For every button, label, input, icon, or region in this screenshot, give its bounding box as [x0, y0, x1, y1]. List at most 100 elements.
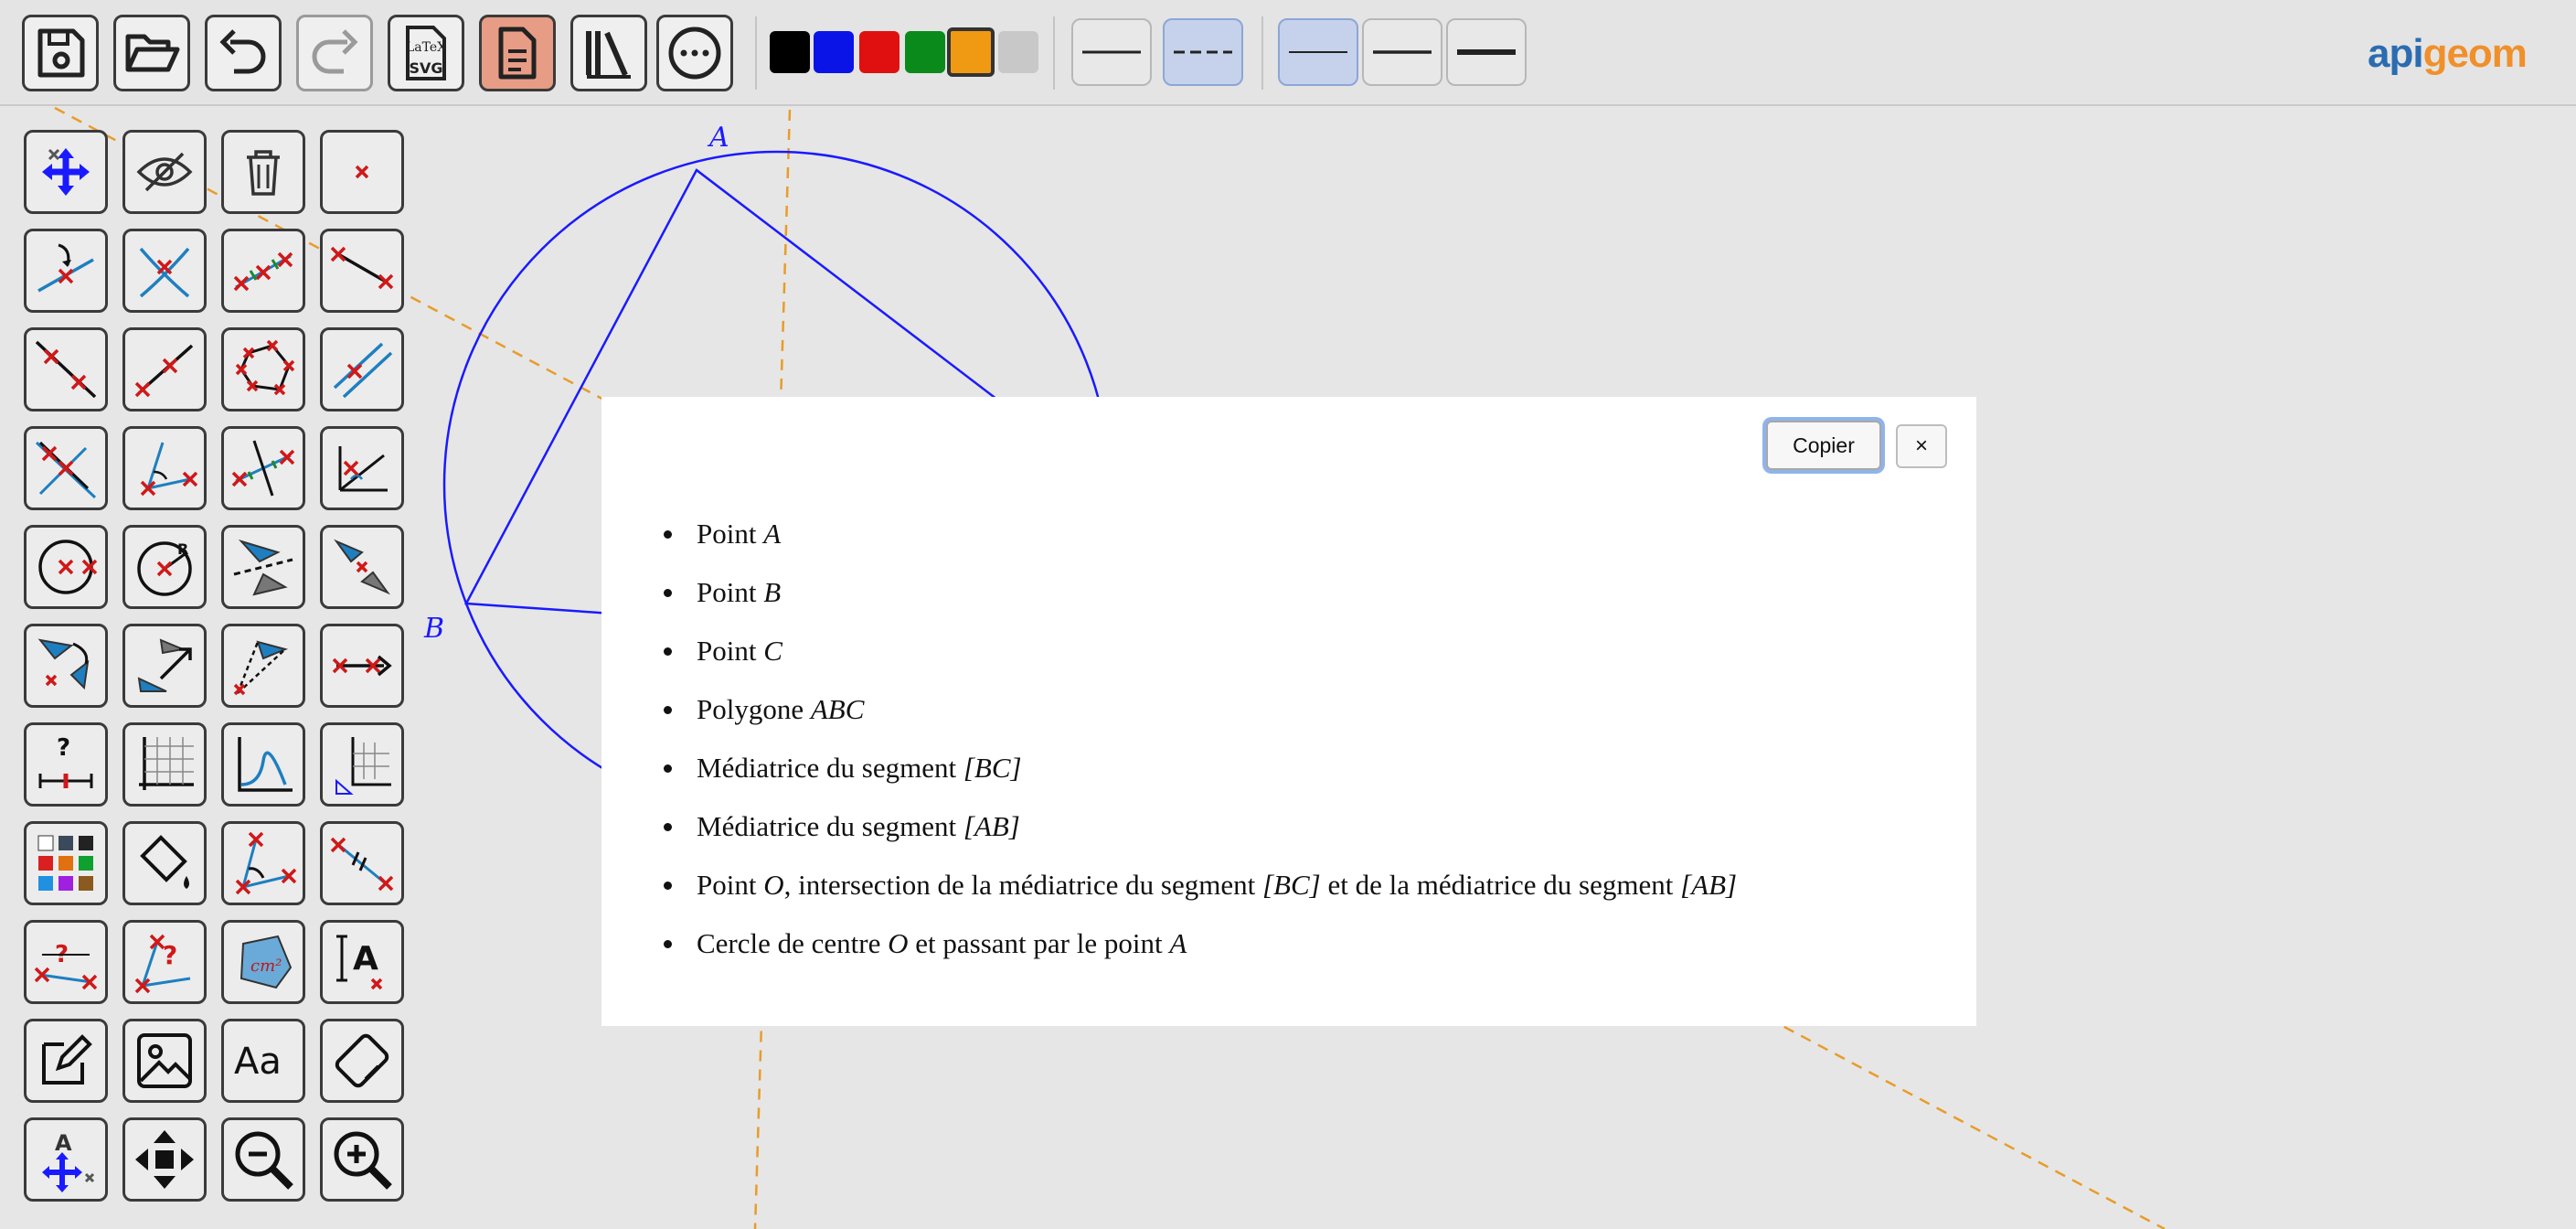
svg-text:R: R: [177, 540, 188, 558]
more-icon: [668, 27, 721, 80]
fill-tool-button[interactable]: [122, 821, 207, 905]
redo-button[interactable]: [296, 15, 373, 91]
circle-radius-icon: R: [137, 540, 192, 596]
pan-tool-button[interactable]: [122, 1117, 207, 1202]
perpendicular-bisector-tool-button[interactable]: [221, 426, 305, 510]
undo-button[interactable]: [205, 15, 282, 91]
display-length-tool-button[interactable]: ?: [24, 920, 108, 1004]
half-line-tool-button[interactable]: [122, 327, 207, 411]
polygon-icon: [235, 339, 295, 396]
svg-text:A: A: [353, 940, 378, 978]
function-graph-tool-button[interactable]: [221, 722, 305, 807]
move-label-icon: A: [42, 1130, 95, 1192]
polygon-tool-button[interactable]: [221, 327, 305, 411]
move-label-tool-button[interactable]: A: [24, 1117, 108, 1202]
close-tool-button[interactable]: [320, 130, 404, 214]
step-text: et de la médiatrice du segment: [1320, 869, 1681, 901]
step-math: [BC]: [963, 752, 1022, 784]
eraser-icon: [335, 1033, 389, 1088]
color-palette-tool-button[interactable]: [24, 821, 108, 905]
export-button[interactable]: LaTeX SVG: [388, 15, 464, 91]
line-style-solid-button[interactable]: [1071, 18, 1152, 86]
point-a-label[interactable]: A: [707, 122, 729, 154]
angle-mark-tool-button[interactable]: [221, 821, 305, 905]
move-point-tool-button[interactable]: [24, 130, 108, 214]
zoom-out-tool-button[interactable]: [221, 1117, 305, 1202]
save-icon: [37, 28, 85, 78]
axes-icon: [335, 737, 391, 795]
color-swatch[interactable]: [905, 31, 945, 73]
parallel-tool-button[interactable]: [320, 327, 404, 411]
save-button[interactable]: [22, 15, 99, 91]
delete-tool-button[interactable]: [221, 130, 305, 214]
zoom-in-icon: [334, 1131, 392, 1190]
open-button[interactable]: [113, 15, 190, 91]
reflection-line-tool-button[interactable]: [221, 525, 305, 609]
image-tool-button[interactable]: [122, 1019, 207, 1103]
homothety-tool-button[interactable]: [221, 624, 305, 708]
thin-line-icon: [1289, 51, 1347, 53]
color-swatch[interactable]: [770, 31, 810, 73]
reflection-point-tool-button[interactable]: [320, 525, 404, 609]
line-width-thick-button[interactable]: [1446, 18, 1527, 86]
font-tool-button[interactable]: Aa: [221, 1019, 305, 1103]
copy-button[interactable]: Copier: [1766, 421, 1881, 470]
more-button[interactable]: [656, 15, 733, 91]
angle-tool-button[interactable]: [122, 426, 207, 510]
intersection-tool-button[interactable]: [122, 229, 207, 313]
document-button[interactable]: [479, 15, 556, 91]
rotation-tool-button[interactable]: [24, 624, 108, 708]
translation-tool-button[interactable]: [122, 624, 207, 708]
color-swatch[interactable]: [859, 31, 899, 73]
point-on-line-icon: [37, 243, 94, 293]
line-tool-button[interactable]: [24, 327, 108, 411]
step-math: O: [888, 927, 909, 959]
circle-center-point-tool-button[interactable]: [24, 525, 108, 609]
equal-length-mark-icon: [330, 837, 394, 892]
reflection-point-icon: [334, 539, 390, 595]
eraser-tool-button[interactable]: [320, 1019, 404, 1103]
area-icon: cm²: [240, 935, 293, 989]
line-width-thin-button[interactable]: [1278, 18, 1358, 86]
color-swatch[interactable]: [998, 31, 1038, 73]
line-style-dashed-button[interactable]: [1163, 18, 1243, 86]
perpendicular-tool-button[interactable]: [24, 426, 108, 510]
text-label-tool-button[interactable]: A: [320, 920, 404, 1004]
open-folder-icon: [125, 34, 180, 72]
display-angle-icon: ?: [134, 934, 191, 994]
pan-icon: [135, 1130, 194, 1189]
vector-tool-button[interactable]: [320, 624, 404, 708]
area-tool-button[interactable]: cm²: [221, 920, 305, 1004]
measure-length-tool-button[interactable]: ?: [24, 722, 108, 807]
construction-step: Médiatrice du segment [BC]: [664, 739, 1737, 797]
angle-icon: [140, 442, 198, 497]
close-dialog-button[interactable]: ×: [1896, 424, 1947, 468]
rotation-icon: [37, 638, 90, 690]
library-button[interactable]: [570, 15, 647, 91]
hide-icon: [136, 152, 193, 192]
point-on-line-tool-button[interactable]: [24, 229, 108, 313]
display-angle-tool-button[interactable]: ?: [122, 920, 207, 1004]
vector-icon: [332, 655, 392, 677]
zoom-in-tool-button[interactable]: [320, 1117, 404, 1202]
circle-radius-tool-button[interactable]: R: [122, 525, 207, 609]
midpoint-tool-button[interactable]: [221, 229, 305, 313]
image-icon: [137, 1033, 192, 1088]
fill-icon: [140, 835, 189, 889]
color-swatch[interactable]: [947, 27, 995, 77]
axes-tool-button[interactable]: [320, 722, 404, 807]
edit-tool-button[interactable]: [24, 1019, 108, 1103]
svg-text:?: ?: [163, 940, 177, 970]
segment-tool-button[interactable]: [320, 229, 404, 313]
library-icon: [586, 31, 631, 79]
grid-tool-button[interactable]: [122, 722, 207, 807]
line-width-medium-button[interactable]: [1362, 18, 1442, 86]
grid-icon: [139, 737, 194, 790]
hide-tool-button[interactable]: [122, 130, 207, 214]
construction-steps-list: Point A Point B Point C Polygone ABC Médiatr…: [664, 505, 1737, 973]
equal-length-mark-tool-button[interactable]: [320, 821, 404, 905]
point-b-label[interactable]: B: [423, 613, 444, 645]
undo-icon: [219, 29, 266, 74]
color-swatch[interactable]: [814, 31, 854, 73]
angle-bisector-tool-button[interactable]: [320, 426, 404, 510]
